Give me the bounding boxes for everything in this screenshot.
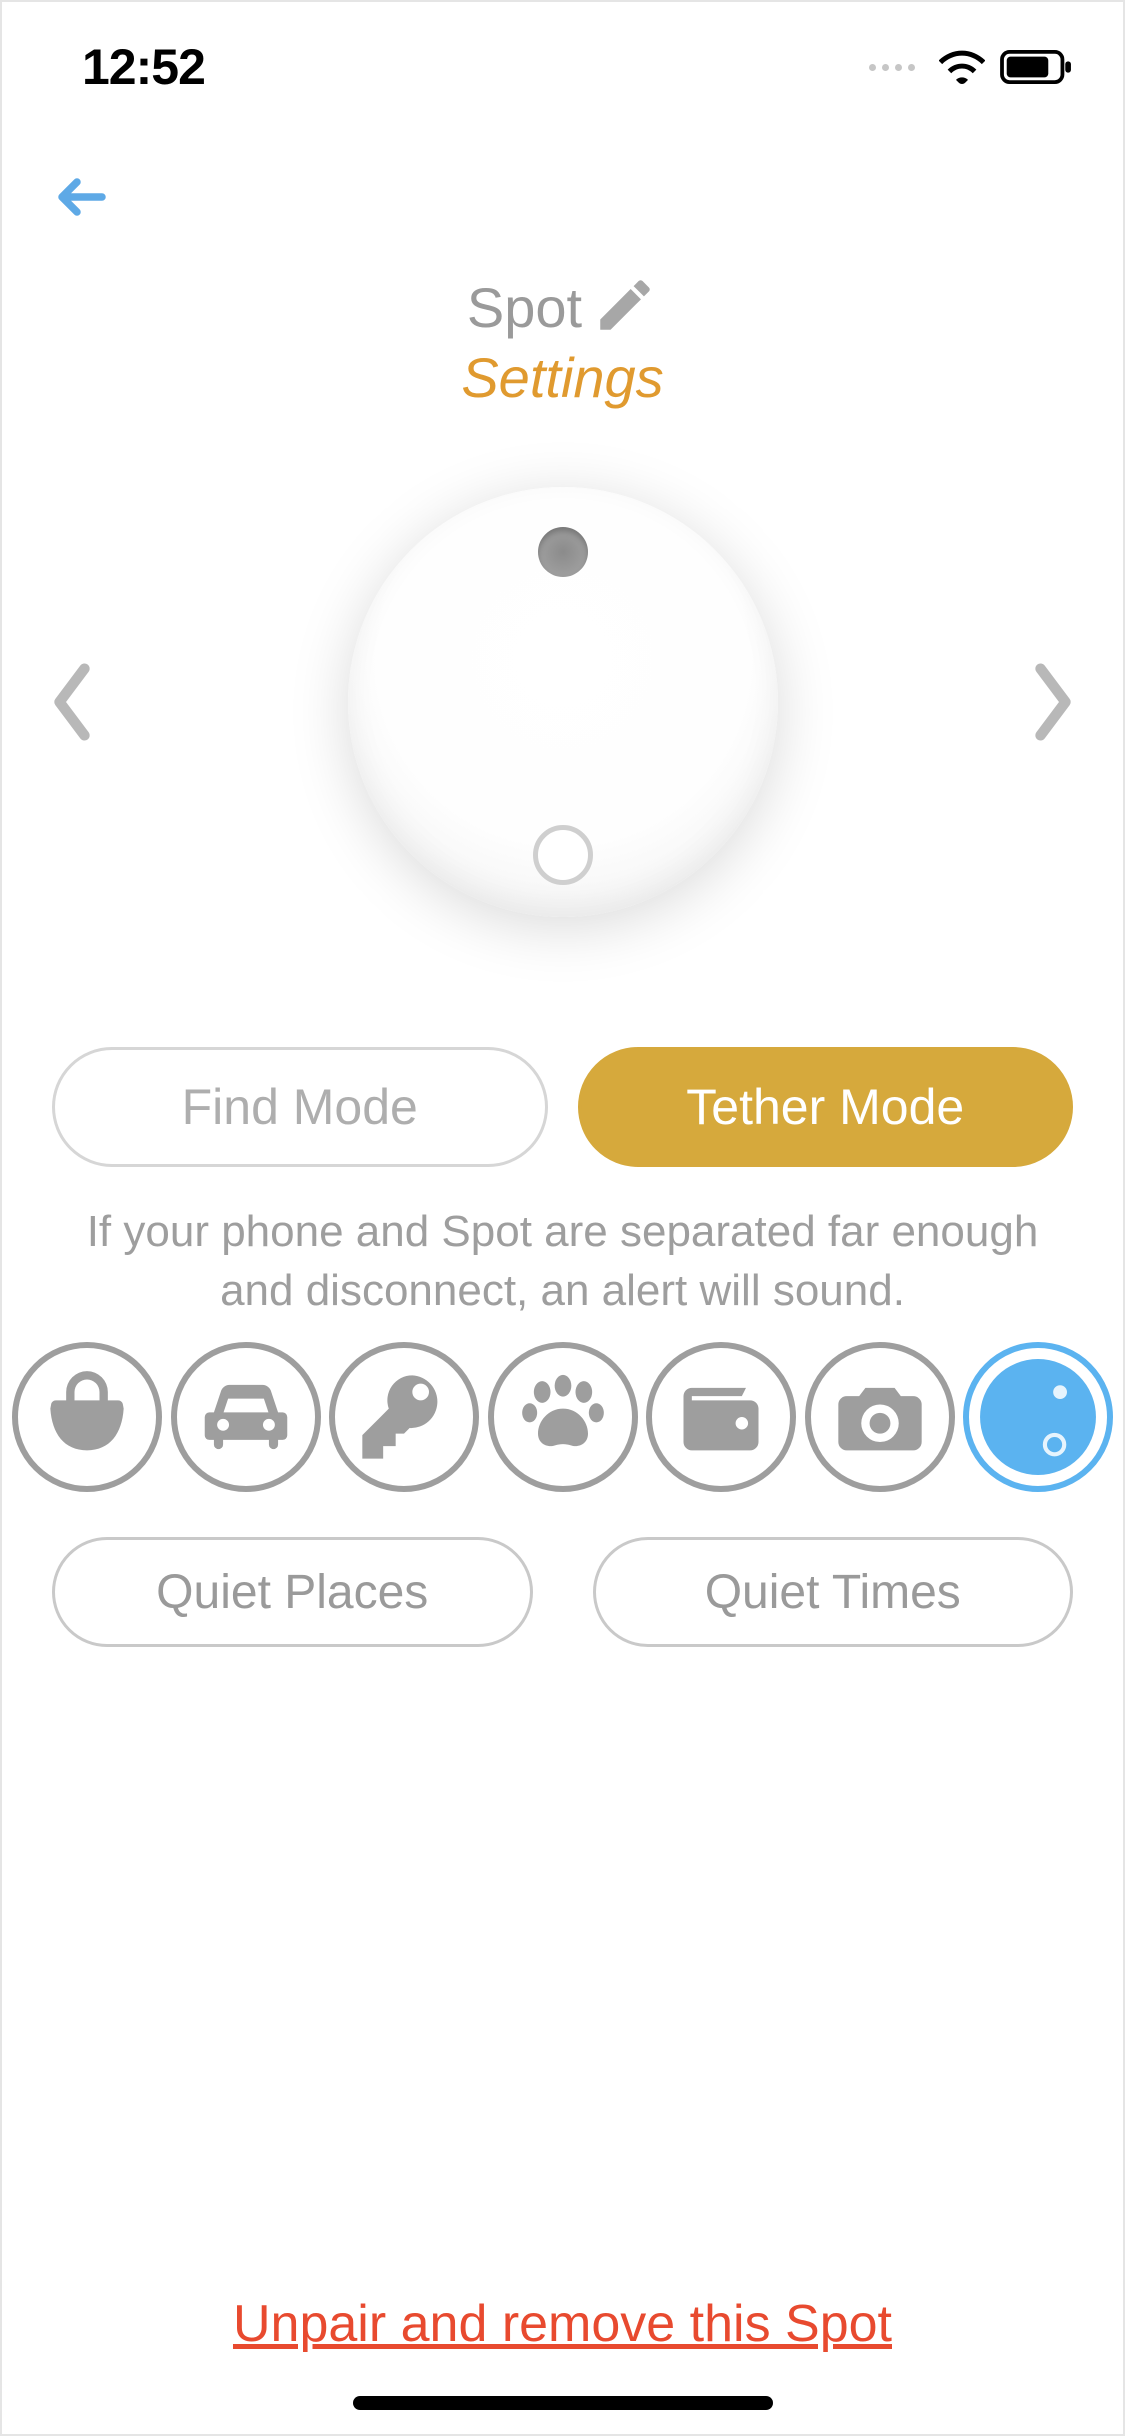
signal-dots-icon [869,64,915,71]
car-icon [191,1362,301,1472]
chevron-left-icon [47,657,97,747]
quiet-places-button[interactable]: Quiet Places [52,1537,533,1647]
title-area: Spot Settings [2,272,1123,410]
wifi-icon [939,50,985,84]
tether-mode-label: Tether Mode [686,1078,964,1136]
category-row [12,1342,1113,1492]
device-sensor-icon [538,527,588,577]
key-icon [354,1367,454,1467]
quiet-places-label: Quiet Places [156,1565,428,1620]
mode-toggle: Find Mode Tether Mode [2,1047,1123,1167]
chevron-right-icon [1028,657,1078,747]
arrow-left-icon [52,167,112,227]
quiet-row: Quiet Places Quiet Times [2,1537,1123,1647]
wallet-icon [671,1367,771,1467]
back-button[interactable] [42,157,122,237]
device-name-label: Spot [467,275,582,340]
status-bar: 12:52 [2,2,1123,132]
category-wallet[interactable] [646,1342,796,1492]
page-subtitle: Settings [461,345,663,410]
device-image [348,487,778,917]
category-spot[interactable] [963,1342,1113,1492]
bag-icon [37,1367,137,1467]
category-bag[interactable] [12,1342,162,1492]
device-name-row[interactable]: Spot [467,272,658,343]
pencil-icon [592,272,658,343]
status-time: 12:52 [82,38,205,96]
paw-icon [513,1367,613,1467]
battery-icon [999,50,1073,84]
device-button-icon [533,825,593,885]
spot-icon [969,1347,1107,1487]
home-indicator[interactable] [353,2396,773,2410]
prev-device-button[interactable] [42,657,102,747]
category-car[interactable] [171,1342,321,1492]
find-mode-label: Find Mode [182,1078,418,1136]
tether-mode-button[interactable]: Tether Mode [578,1047,1074,1167]
category-key[interactable] [329,1342,479,1492]
unpair-link[interactable]: Unpair and remove this Spot [2,2294,1123,2354]
category-camera[interactable] [805,1342,955,1492]
status-right [869,50,1073,84]
quiet-times-button[interactable]: Quiet Times [593,1537,1074,1647]
quiet-times-label: Quiet Times [705,1565,961,1620]
device-carousel [2,462,1123,942]
mode-description: If your phone and Spot are separated far… [52,1202,1073,1321]
app-screen: 12:52 Spot [0,0,1125,2436]
category-pet[interactable] [488,1342,638,1492]
camera-icon [830,1367,930,1467]
find-mode-button[interactable]: Find Mode [52,1047,548,1167]
next-device-button[interactable] [1023,657,1083,747]
